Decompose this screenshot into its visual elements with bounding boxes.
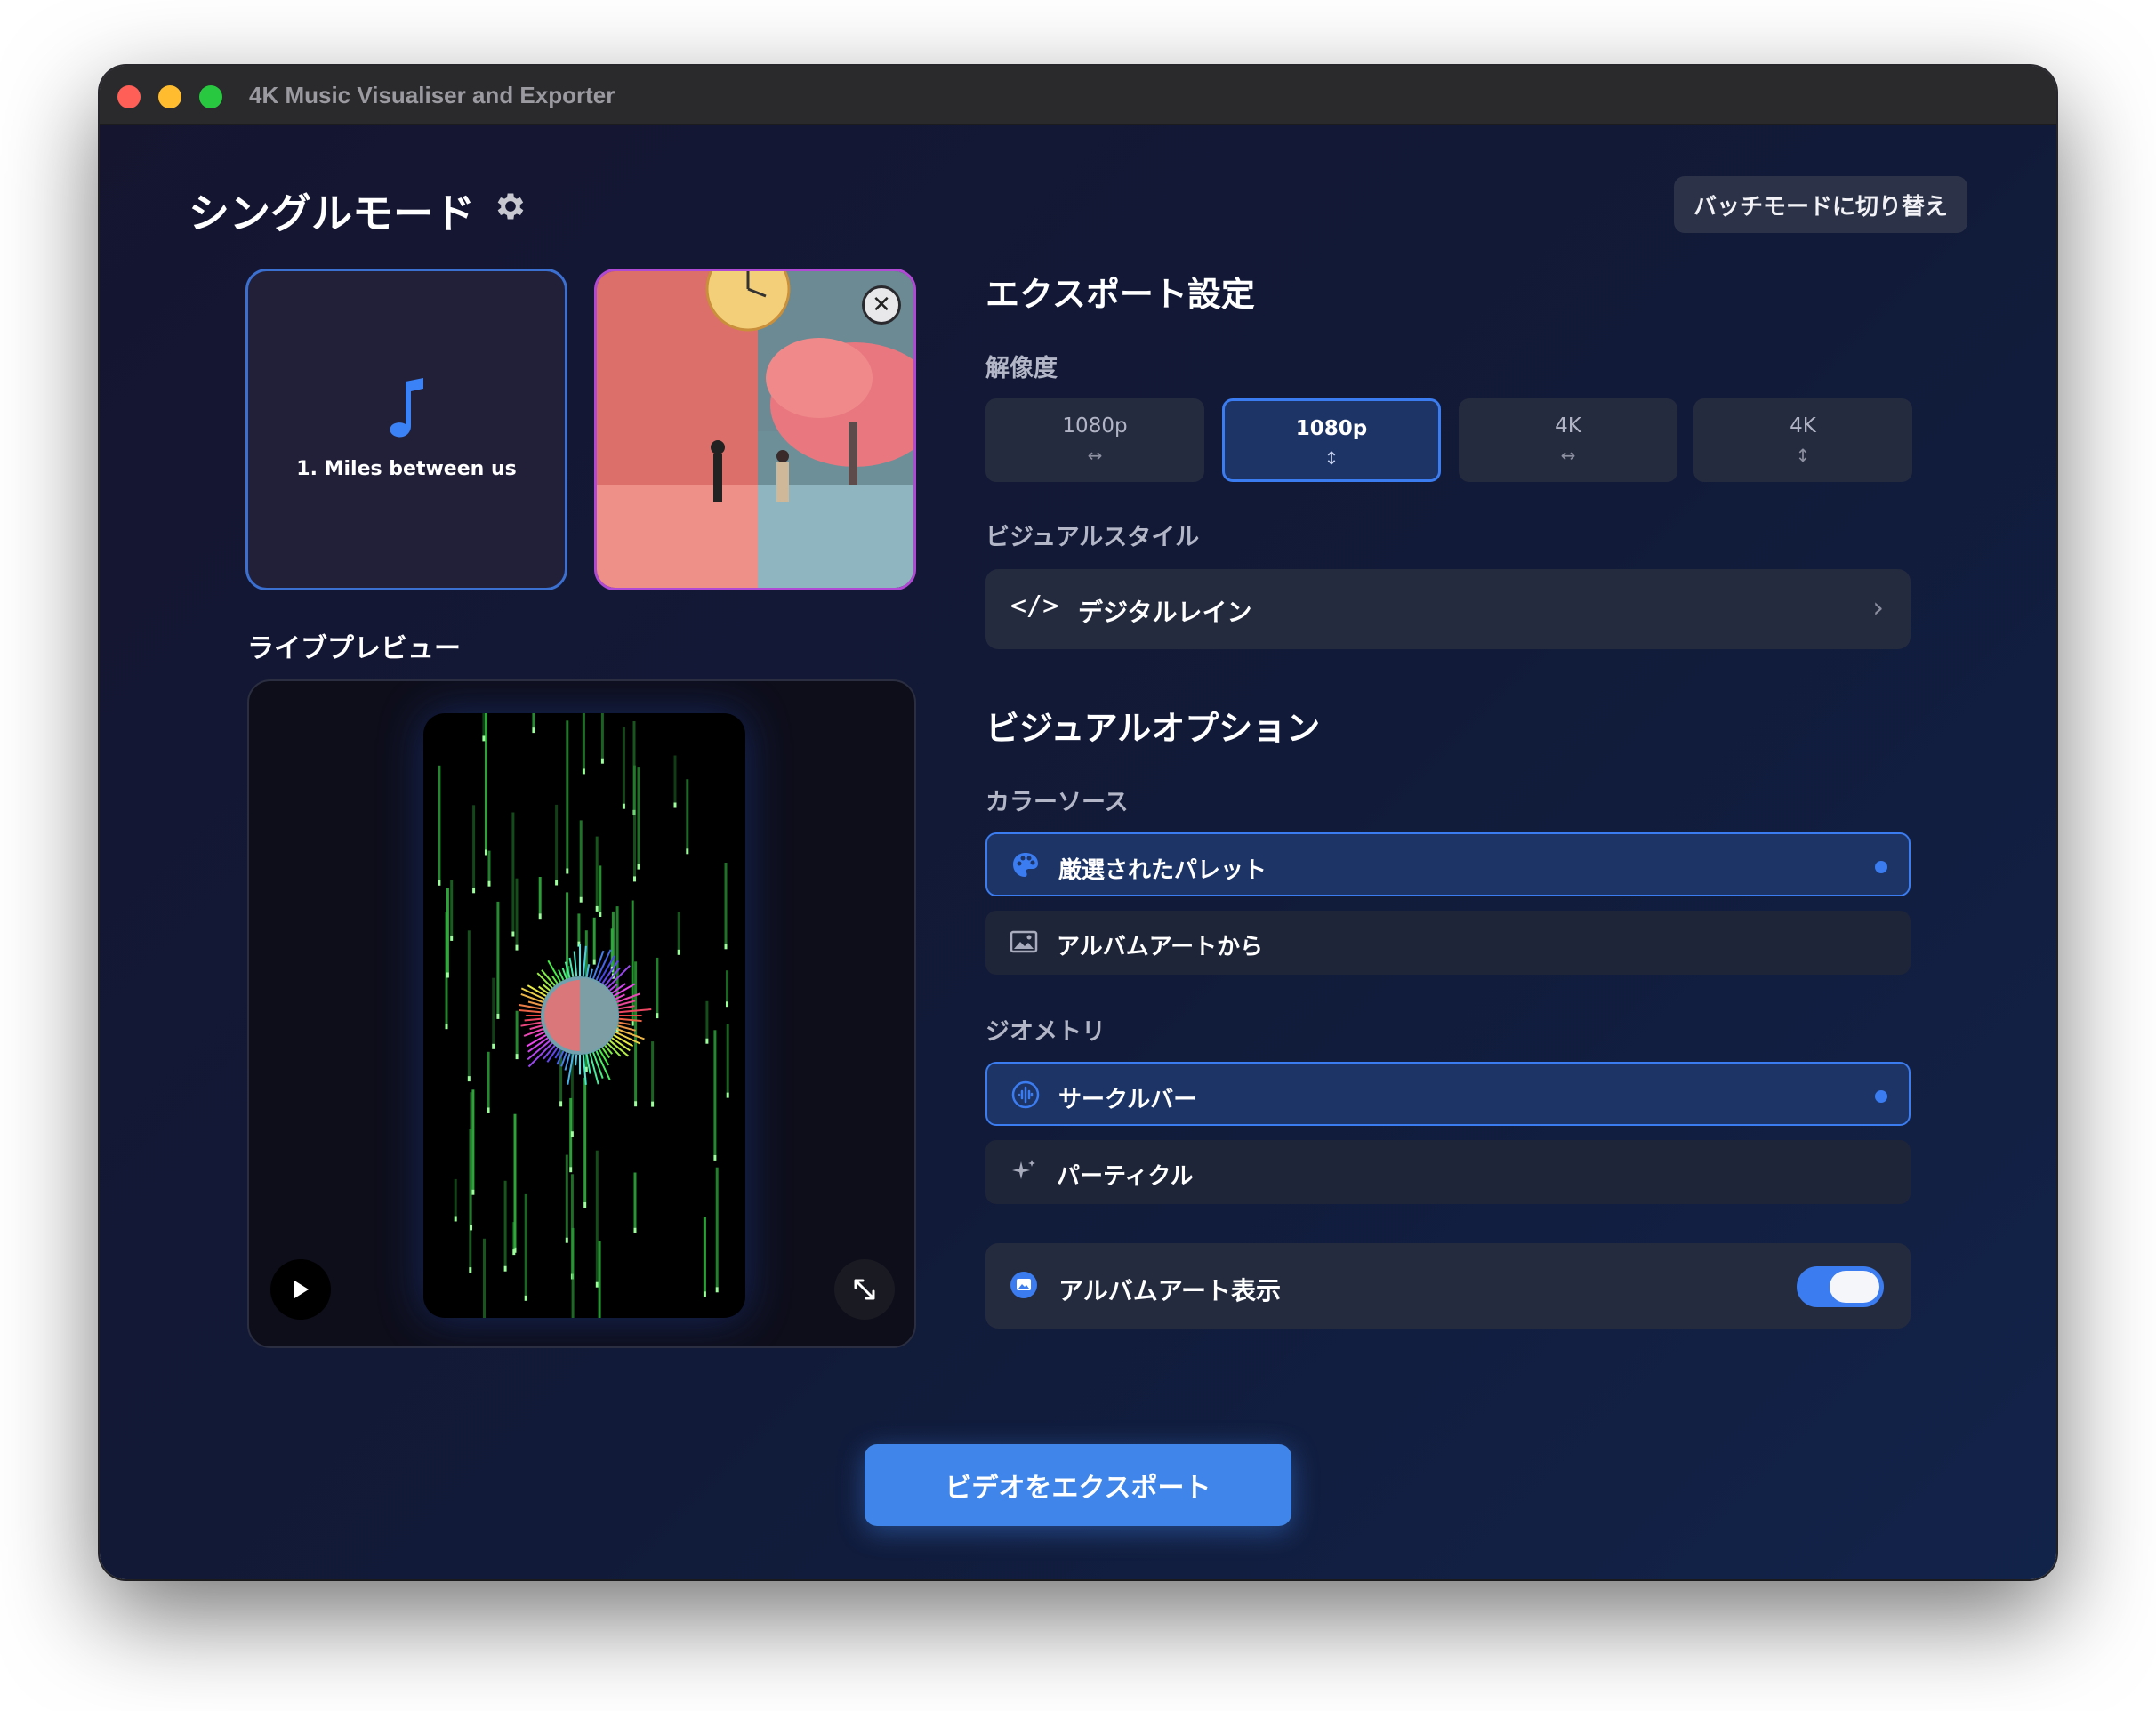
color-source-label: カラーソース xyxy=(985,789,1129,816)
fullscreen-button[interactable] xyxy=(834,1259,895,1320)
color-source-curated-palette[interactable]: 厳選されたパレット xyxy=(985,832,1911,896)
export-settings-title: エクスポート設定 xyxy=(985,275,1255,314)
close-icon[interactable]: ✕ xyxy=(862,285,901,325)
palette-icon xyxy=(1013,853,1038,877)
geometry-label: ジオメトリ xyxy=(985,1018,1106,1046)
horizontal-arrow-icon: ↔ xyxy=(1087,445,1103,466)
track-card[interactable]: 1. Miles between us xyxy=(245,269,567,590)
mode-title: シングルモード xyxy=(189,189,475,237)
chevron-right-icon: › xyxy=(1872,590,1884,624)
title-bar: 4K Music Visualiser and Exporter xyxy=(100,66,2056,125)
minimize-window-button[interactable] xyxy=(158,85,181,108)
selected-indicator xyxy=(1875,1090,1887,1103)
track-name: 1. Miles between us xyxy=(296,458,517,480)
switch-batch-mode-button[interactable]: バッチモードに切り替え xyxy=(1674,176,1967,233)
toggle-knob xyxy=(1830,1271,1879,1303)
visual-style-label: ビジュアルスタイル xyxy=(985,524,1200,551)
resolution-1080p-landscape[interactable]: 1080p ↔ xyxy=(985,398,1204,482)
horizontal-arrow-icon: ↔ xyxy=(1560,445,1576,466)
resolution-label: 解像度 xyxy=(985,355,1058,382)
album-art-display-row: アルバムアート表示 xyxy=(985,1243,1911,1329)
zoom-window-button[interactable] xyxy=(199,85,222,108)
album-art-thumbnail[interactable]: ✕ xyxy=(594,269,916,590)
play-icon xyxy=(294,1281,309,1298)
sparkle-icon xyxy=(1012,1160,1035,1179)
album-image-icon xyxy=(1010,1272,1037,1298)
color-source-album-art[interactable]: アルバムアートから xyxy=(985,911,1911,975)
geometry-circle-bars[interactable]: サークルバー xyxy=(985,1062,1911,1126)
window-title: 4K Music Visualiser and Exporter xyxy=(249,82,615,108)
live-preview-label: ライブプレビュー xyxy=(247,633,461,664)
visual-options-title: ビジュアルオプション xyxy=(985,709,1321,748)
app-window: 4K Music Visualiser and Exporter シングルモード… xyxy=(100,66,2056,1579)
resolution-4k-portrait[interactable]: 4K ↕ xyxy=(1693,398,1912,482)
music-note-icon xyxy=(390,378,423,438)
geometry-particles[interactable]: パーティクル xyxy=(985,1140,1911,1204)
export-video-button[interactable]: ビデオをエクスポート xyxy=(865,1444,1291,1526)
album-art-display-label: アルバムアート表示 xyxy=(1058,1276,1282,1305)
expand-icon xyxy=(854,1279,875,1300)
preview-canvas xyxy=(423,713,745,1318)
live-preview-panel xyxy=(247,679,916,1348)
gear-icon[interactable] xyxy=(493,189,528,224)
resolution-1080p-portrait[interactable]: 1080p ↕ xyxy=(1222,398,1441,482)
album-art-toggle[interactable] xyxy=(1797,1266,1884,1307)
visual-style-selector[interactable]: </> デジタルレイン › xyxy=(985,569,1911,649)
selected-indicator xyxy=(1875,861,1887,873)
resolution-4k-landscape[interactable]: 4K ↔ xyxy=(1459,398,1677,482)
play-button[interactable] xyxy=(270,1259,331,1320)
code-icon: </> xyxy=(1010,590,1059,622)
digital-rain-visual xyxy=(438,713,729,1318)
close-window-button[interactable] xyxy=(117,85,141,108)
waveform-icon xyxy=(1011,1080,1040,1109)
image-icon xyxy=(1010,930,1038,953)
vertical-arrow-icon: ↕ xyxy=(1323,447,1339,469)
vertical-arrow-icon: ↕ xyxy=(1795,445,1811,466)
visual-style-value: デジタルレイン xyxy=(1078,598,1252,627)
